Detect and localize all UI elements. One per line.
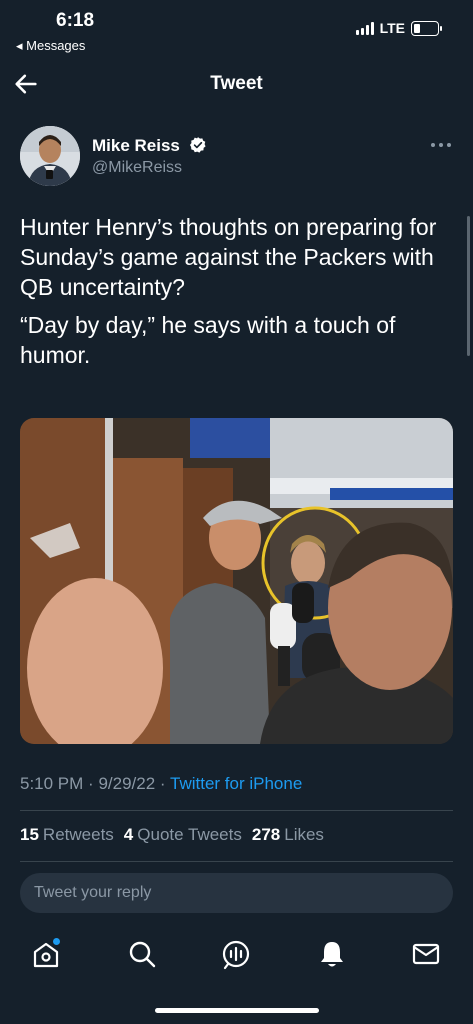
retweets-label: Retweets — [42, 825, 114, 844]
tweet-paragraph: “Day by day,” he says with a touch of hu… — [20, 312, 396, 368]
tab-home[interactable] — [30, 938, 62, 970]
spaces-icon — [222, 940, 250, 970]
tab-bar — [0, 930, 473, 978]
tab-notifications[interactable] — [316, 938, 348, 970]
meta-separator: · — [159, 774, 166, 793]
retweets-count: 15 — [20, 825, 39, 844]
likes-label: Likes — [284, 825, 324, 844]
messages-icon — [412, 943, 440, 965]
divider — [20, 861, 453, 862]
back-to-messages-link[interactable]: ◂ Messages — [16, 38, 85, 54]
search-icon — [129, 941, 156, 968]
tweet-paragraph: Hunter Henry’s thoughts on preparing for… — [20, 214, 437, 300]
tab-messages[interactable] — [410, 938, 442, 970]
status-time: 6:18 — [56, 10, 95, 31]
tab-search[interactable] — [126, 938, 158, 970]
signal-icon — [355, 21, 374, 35]
likes-stat[interactable]: 278 Likes — [252, 825, 324, 845]
reply-placeholder: Tweet your reply — [34, 884, 152, 901]
notifications-icon — [321, 942, 343, 967]
more-options-icon[interactable] — [429, 140, 453, 150]
page-title: Tweet — [210, 73, 263, 94]
quote-tweets-stat[interactable]: 4 Quote Tweets — [124, 825, 242, 845]
tab-spaces[interactable] — [220, 938, 252, 970]
verified-badge-icon — [189, 137, 206, 153]
tweet-time: 5:10 PM — [20, 774, 84, 793]
status-indicators: LTE — [355, 20, 442, 36]
tweet-author: Mike Reiss @MikeReiss — [20, 124, 453, 188]
tweet-stats: 15 Retweets 4 Quote Tweets 278 Likes — [20, 825, 324, 845]
likes-count: 278 — [251, 825, 281, 844]
network-label: LTE — [379, 20, 405, 36]
nav-header: Tweet — [0, 62, 473, 108]
retweets-stat[interactable]: 15 Retweets — [20, 825, 114, 845]
home-indicator[interactable] — [155, 1008, 319, 1013]
tweet-photo[interactable] — [20, 418, 453, 744]
scrollbar[interactable] — [467, 216, 470, 356]
avatar[interactable] — [20, 126, 80, 186]
divider — [20, 810, 453, 811]
tweet-text: Hunter Henry’s thoughts on preparing for… — [20, 212, 460, 378]
quotes-label: Quote Tweets — [137, 825, 242, 844]
author-name-text[interactable]: Mike Reiss — [92, 136, 180, 155]
notification-dot — [53, 938, 60, 945]
tweet-source-link[interactable]: Twitter for iPhone — [170, 774, 302, 793]
battery-icon — [411, 20, 442, 36]
tweet-date: 9/29/22 — [98, 774, 156, 793]
reply-input[interactable]: Tweet your reply — [20, 873, 453, 913]
author-name[interactable]: Mike Reiss — [92, 136, 207, 156]
author-handle[interactable]: @MikeReiss — [92, 159, 182, 177]
tweet-meta: 5:10 PM · 9/29/22 · Twitter for iPhone — [20, 774, 302, 794]
meta-separator: · — [88, 774, 94, 793]
status-bar: 6:18 ◂ Messages LTE — [0, 0, 473, 60]
quotes-count: 4 — [123, 825, 134, 844]
